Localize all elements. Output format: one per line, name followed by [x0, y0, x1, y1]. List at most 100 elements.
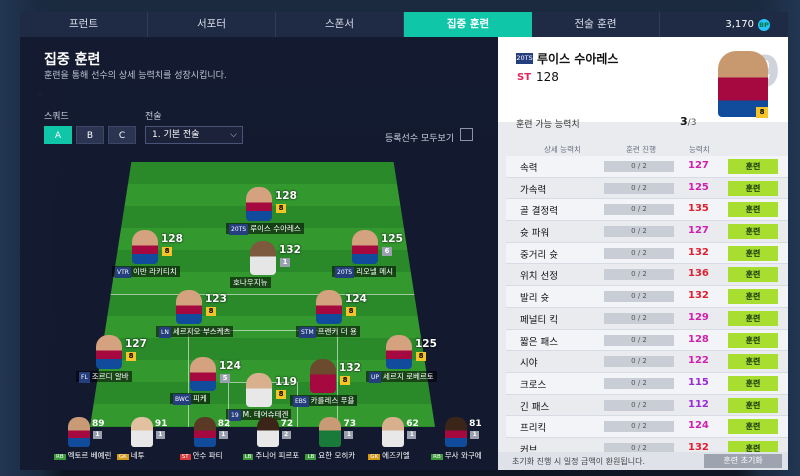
player-name-tag: UP 세르지 로베르토	[366, 371, 437, 383]
player-ovr: 81	[469, 419, 482, 429]
season-badge: STM	[299, 327, 316, 338]
stat-name: 속력	[520, 163, 538, 174]
train-button[interactable]: 훈련	[728, 375, 778, 391]
tab-front[interactable]: 프런트	[20, 12, 148, 37]
bench-player[interactable]: 91 1 GK 네투	[116, 415, 180, 467]
player-level-badge: 1	[93, 431, 102, 439]
stat-value: 136	[688, 268, 709, 280]
training-progress: 0 / 2	[604, 421, 674, 433]
reset-training-button[interactable]: 훈련 초기화	[704, 454, 782, 468]
squad-a-button[interactable]: A	[44, 126, 72, 144]
train-button[interactable]: 훈련	[728, 159, 778, 174]
player-ovr: 73	[343, 419, 356, 429]
player-card-roberto[interactable]: 125 8 UP 세르지 로베르토	[366, 335, 448, 397]
bench-player[interactable]: 81 1 RB 무사 와구에	[431, 415, 494, 467]
player-card-messi[interactable]: 125 6 20TS 리오넬 메시	[332, 230, 414, 292]
train-button[interactable]: 훈련	[728, 332, 778, 348]
train-button[interactable]: 훈련	[728, 224, 778, 240]
squad-c-button[interactable]: C	[108, 126, 136, 144]
player-name-tag: GK 네투	[116, 450, 145, 461]
position-badge: GK	[116, 454, 129, 460]
bench-player[interactable]: 82 1 ST 안수 파티	[179, 415, 243, 467]
reset-footer: 초기화 진행 시 일정 금액이 환원됩니다. 훈련 초기화	[498, 452, 788, 470]
training-progress: 0 / 2	[604, 226, 674, 238]
bp-coin-icon: BP	[758, 18, 770, 31]
player-name: 프렌키 더 용	[317, 327, 357, 336]
stat-value: 128	[688, 333, 709, 345]
player-name-tag: 20TS 루이스 수아레스	[226, 223, 304, 235]
reset-note: 초기화 진행 시 일정 금액이 환원됩니다.	[512, 457, 646, 466]
player-name: 무사 와구에	[444, 451, 482, 460]
stat-value: 112	[688, 398, 709, 410]
tactic-dropdown[interactable]: 1. 기본 전술 ⌵	[145, 126, 243, 144]
stat-name: 슛 파워	[520, 228, 550, 240]
tab-focus-training[interactable]: 집중 훈련	[404, 12, 532, 37]
training-progress: 0 / 2	[604, 356, 674, 368]
stat-value: 132	[688, 246, 709, 258]
season-badge: 20TS	[229, 224, 249, 235]
player-card-rakitic[interactable]: 128 8 VTR 이반 라키티치	[112, 230, 194, 292]
player-name: 조르디 알바	[91, 372, 129, 381]
page-title: 집중 훈련	[44, 52, 101, 68]
player-card-puyol[interactable]: 132 8 EBS 카를레스 푸욜	[290, 359, 372, 421]
tab-sponsor[interactable]: 스폰서	[276, 12, 404, 37]
train-button[interactable]: 훈련	[728, 180, 778, 196]
player-name-tag: LN 세르지오 부스케츠	[156, 326, 234, 338]
player-name-tag: VTR 이반 라키티치	[112, 266, 180, 278]
player-card-busquets[interactable]: 123 8 LN 세르지오 부스케츠	[156, 290, 238, 352]
stat-name: 위치 선정	[520, 271, 558, 283]
player-ovr: 89	[92, 419, 105, 429]
detail-player-name: 루이스 수아레스	[537, 52, 619, 66]
coin-balance: 3,170 BP	[660, 12, 788, 37]
player-level-badge: 8	[346, 307, 356, 316]
train-button[interactable]: 훈련	[728, 202, 778, 218]
tab-tactic-training[interactable]: 전술 훈련	[532, 12, 660, 37]
player-name: 피케	[193, 394, 207, 403]
player-name-tag: GK 에즈키엘	[368, 450, 410, 461]
training-progress: 0 / 2	[604, 312, 674, 324]
stat-row: 발리 슛 0 / 2 132 훈련	[506, 286, 788, 308]
bench-row: 89 1 RB 엑토르 베예린 91 1 GK 네투 82 1 ST 안수 파티 72…	[54, 415, 494, 467]
player-card-alba[interactable]: 127 8 FL 조르디 알바	[76, 335, 158, 397]
player-level-badge: 8	[340, 376, 350, 385]
column-progress: 훈련 진행	[626, 145, 656, 154]
train-button[interactable]: 훈련	[728, 419, 778, 435]
train-button[interactable]: 훈련	[728, 267, 778, 283]
player-photo	[193, 417, 216, 447]
tab-supporter[interactable]: 서포터	[148, 12, 276, 37]
bench-player[interactable]: 73 1 LB 요한 모히카	[305, 415, 368, 467]
player-ovr: 128	[275, 190, 297, 202]
player-ovr: 72	[280, 419, 294, 429]
train-button[interactable]: 훈련	[728, 310, 778, 326]
player-card-de-jong[interactable]: 124 8 STM 프렌키 더 용	[296, 290, 378, 352]
stat-value: 124	[688, 420, 709, 432]
stat-row: 크로스 0 / 2 115 훈련	[506, 372, 788, 395]
player-name: 리오넬 메시	[356, 267, 393, 276]
tactic-value: 1. 기본 전술	[152, 130, 200, 140]
stat-name: 페널티 킥	[520, 314, 558, 326]
player-level-badge: 8	[416, 352, 426, 361]
stats-list: 속력 0 / 2 127 훈련 가속력 0 / 2 125 훈련 골 결정력 0 / 2 135 훈련…	[506, 156, 788, 460]
player-level-badge: 1	[280, 258, 290, 267]
player-ovr: 82	[217, 419, 231, 429]
train-button[interactable]: 훈련	[728, 289, 778, 305]
player-photo	[246, 373, 272, 407]
training-progress: 0 / 2	[604, 269, 674, 281]
stat-name: 시야	[520, 358, 538, 370]
player-ovr: 132	[279, 244, 301, 256]
train-button[interactable]: 훈련	[728, 397, 778, 413]
bench-player[interactable]: 89 1 RB 엑토르 베예린	[54, 415, 117, 467]
stat-value: 115	[688, 376, 709, 388]
player-level-badge: 8	[276, 204, 286, 213]
train-button[interactable]: 훈련	[728, 354, 778, 370]
bench-player[interactable]: 72 2 LB 주니어 피르포	[242, 415, 306, 467]
train-button[interactable]: 훈련	[728, 245, 778, 261]
player-name-tag: LB 요한 모히카	[305, 450, 355, 461]
player-photo	[382, 417, 405, 447]
show-all-checkbox[interactable]	[460, 128, 473, 141]
squad-b-button[interactable]: B	[76, 126, 104, 144]
player-card-suarez[interactable]: 128 8 20TS 루이스 수아레스	[226, 187, 308, 249]
detail-level-badge: 8	[756, 107, 768, 118]
player-photo	[132, 230, 158, 264]
bench-player[interactable]: 62 1 GK 에즈키엘	[368, 415, 431, 467]
